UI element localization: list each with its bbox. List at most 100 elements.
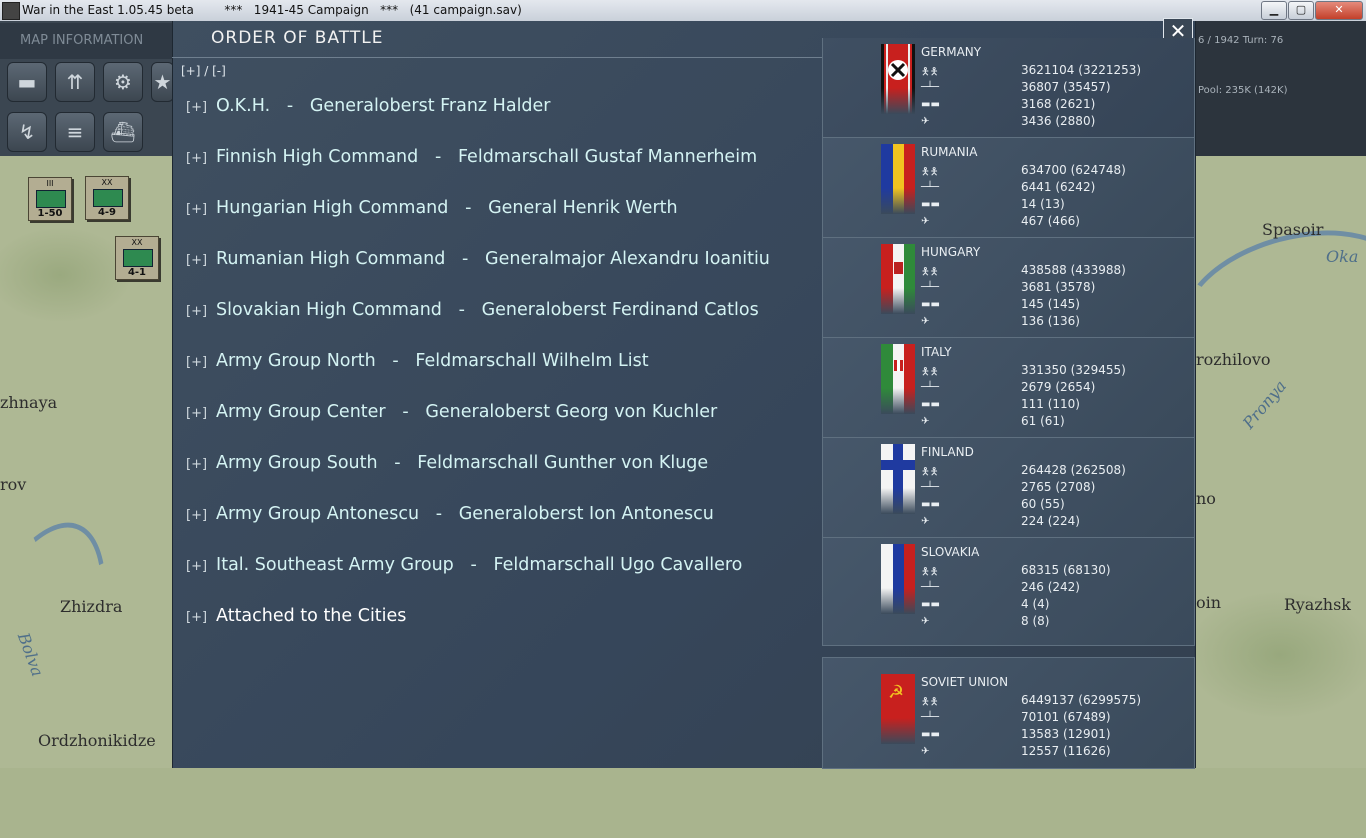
manpower-stat: 🯅🯅 3621104 (3221253) [921,63,1142,78]
tank-icon: ▬▬ [921,298,940,310]
guns-stat: ─┴─ 36807 (35457) [921,80,1111,94]
command-name: Hungarian High Command [216,198,449,218]
window-title-bar: War in the East 1.05.45 beta *** 1941-45… [0,0,1366,22]
tank-icon: ▬▬ [921,728,940,740]
command-name: Army Group Center [216,402,386,422]
nation-panel-slovakia: SLOVAKIA 🯅🯅 68315 (68130) ─┴─ 246 (242) ▬▬… [822,537,1195,646]
minimize-button[interactable]: ▁ [1261,1,1287,20]
expand-toggle[interactable]: [+] [186,253,207,268]
slovakia-flag-icon [881,544,915,614]
command-row-okh[interactable]: [+] O.K.H. - Generaloberst Franz Halder [186,96,551,116]
aircraft-stat: ✈ 8 (8) [921,614,1050,628]
svg-text:☭: ☭ [888,682,904,703]
command-row-ag-south[interactable]: [+] Army Group South - Feldmarschall Gunt… [186,453,708,473]
expand-toggle[interactable]: [+] [186,202,207,217]
command-name: Army Group North [216,351,376,371]
map-information-button[interactable]: MAP INFORMATION [0,23,172,59]
star-icon[interactable]: ★ [151,62,174,102]
expand-toggle[interactable]: [+] [186,100,207,115]
command-row-slovakian[interactable]: [+] Slovakian High Command - Generalobers… [186,300,759,320]
title-divider [172,57,822,58]
rail-icon[interactable]: ≡ [55,112,95,152]
afv-stat: ▬▬ 13583 (12901) [921,727,1111,741]
commander-name: Feldmarschall Ugo Cavallero [493,555,743,575]
map-label: rozhilovo [1196,350,1271,369]
tank-icon[interactable]: ▬ [7,62,47,102]
finland-flag-icon [881,444,915,514]
unit-size: III [46,179,54,188]
expand-toggle[interactable]: [+] [186,508,207,523]
commander-name: Generaloberst Ferdinand Catlos [481,300,759,320]
rumania-flag-icon [881,144,915,214]
unit-strength: 4-1 [127,267,147,278]
expand-toggle[interactable]: [+] [186,151,207,166]
aircraft-stat: ✈ 12557 (11626) [921,744,1111,758]
nation-panel-soviet-union: ☭ SOVIET UNION 🯅🯅 6449137 (6299575) ─┴─ 70… [822,657,1195,769]
guns-stat: ─┴─ 6441 (6242) [921,180,1096,194]
artillery-icon: ─┴─ [921,381,940,393]
map-label: zhnaya [0,393,58,412]
tank-icon: ▬▬ [921,198,940,210]
expand-toggle[interactable]: [+] [186,355,207,370]
maximize-button[interactable]: ▢ [1288,1,1314,20]
unit-symbol [93,189,123,207]
map-label: rov [0,475,27,494]
unit-strength: 1-50 [37,208,63,219]
unit-counter[interactable]: III 1-50 [28,177,72,221]
manpower-stat: 🯅🯅 438588 (433988) [921,263,1126,278]
expand-toggle[interactable]: [+] [186,406,207,421]
commander-name: General Henrik Werth [488,198,678,218]
infantry-icon: 🯅🯅 [921,266,939,278]
infantry-icon: 🯅🯅 [921,66,939,78]
command-row-ag-north[interactable]: [+] Army Group North - Feldmarschall Wilh… [186,351,649,371]
infantry-icon: 🯅🯅 [921,366,939,378]
command-name: Army Group Antonescu [216,504,420,524]
command-row-attached-cities[interactable]: [+] Attached to the Cities [186,606,406,626]
manpower-stat: 🯅🯅 68315 (68130) [921,563,1111,578]
aircraft-stat: ✈ 61 (61) [921,414,1065,428]
command-row-rumanian[interactable]: [+] Rumanian High Command - Generalmajor … [186,249,770,269]
command-row-ital-southeast[interactable]: [+] Ital. Southeast Army Group - Feldmars… [186,555,742,575]
unit-size: XX [131,238,143,247]
pool-readout: Pool: 235K (142K) [1198,85,1288,96]
afv-stat: ▬▬ 3168 (2621) [921,97,1096,111]
artillery-icon: ─┴─ [921,181,940,193]
expand-toggle[interactable]: [+] [186,304,207,319]
hungary-flag-icon [881,244,915,314]
command-row-hungarian[interactable]: [+] Hungarian High Command - General Henr… [186,198,678,218]
map-label: Spasoir [1262,220,1324,239]
command-name: O.K.H. [216,96,271,116]
afv-stat: ▬▬ 111 (110) [921,397,1080,411]
date-turn-readout: 6 / 1942 Turn: 76 [1198,35,1284,46]
nation-panel-finland: FINLAND 🯅🯅 264428 (262508) ─┴─ 2765 (2708)… [822,437,1195,538]
commander-name: Feldmarschall Gunther von Kluge [417,453,709,473]
expand-toggle[interactable]: [+] [186,610,207,625]
expand-toggle[interactable]: [+] [186,457,207,472]
ship-icon[interactable]: ⛴ [103,112,143,152]
aircraft-stat: ✈ 224 (224) [921,514,1080,528]
expand-collapse-all[interactable]: [+] / [-] [181,64,226,78]
command-row-ag-center[interactable]: [+] Army Group Center - Generaloberst Geo… [186,402,717,422]
map-label: Zhizdra [60,597,123,616]
expand-toggle[interactable]: [+] [186,559,207,574]
commander-name: Generaloberst Ion Antonescu [458,504,714,524]
nation-name: HUNGARY [921,245,981,259]
infantry-icon: 🯅🯅 [921,466,939,478]
afv-stat: ▬▬ 60 (55) [921,497,1065,511]
commander-name: Generalmajor Alexandru Ioanitiu [485,249,770,269]
command-row-ag-antonescu[interactable]: [+] Army Group Antonescu - Generaloberst … [186,504,714,524]
artillery-icon: ─┴─ [921,581,940,593]
map-label: Ryazhsk [1284,595,1351,614]
manpower-stat: 🯅🯅 264428 (262508) [921,463,1126,478]
nation-panel-hungary: HUNGARY 🯅🯅 438588 (433988) ─┴─ 3681 (3578)… [822,237,1195,338]
unit-counter[interactable]: XX 4-1 [115,236,159,280]
map-label: Oka [1326,247,1359,266]
gear-icon[interactable]: ⚙ [103,62,143,102]
command-row-finnish[interactable]: [+] Finnish High Command - Feldmarschall … [186,147,757,167]
window-close-button[interactable]: ✕ [1315,1,1363,20]
unit-counter[interactable]: XX 4-9 [85,176,129,220]
route-icon[interactable]: ↯ [7,112,47,152]
infantry-icon[interactable]: ⇈ [55,62,95,102]
guns-stat: ─┴─ 2765 (2708) [921,480,1096,494]
soviet-flag-icon: ☭ [881,674,915,744]
